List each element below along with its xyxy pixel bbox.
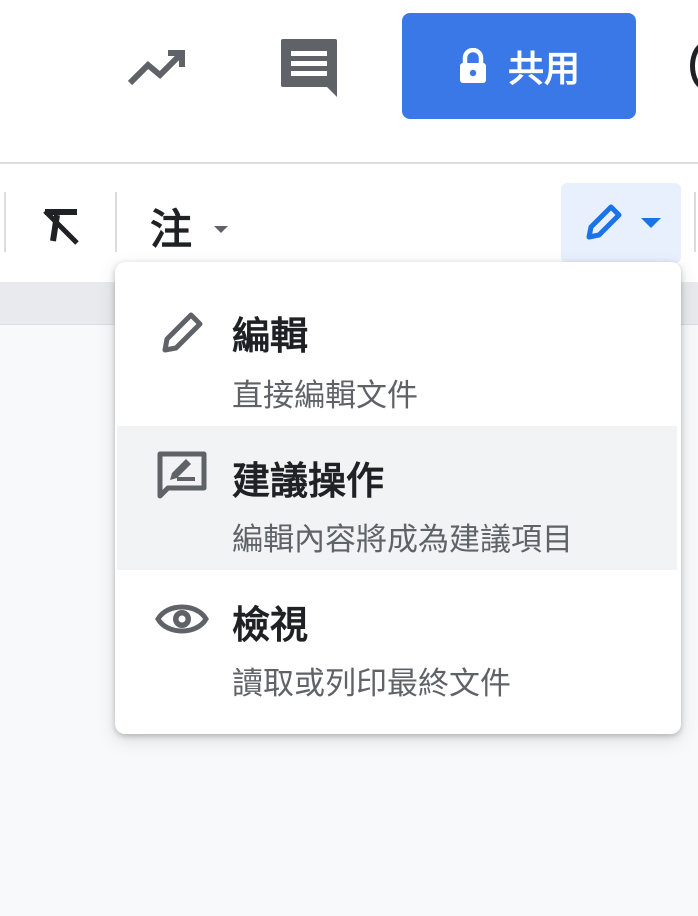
trending-up-icon [127, 50, 185, 86]
clear-formatting-icon [43, 209, 79, 245]
menu-item-title: 檢視 [232, 603, 309, 647]
editing-mode-button[interactable] [561, 183, 681, 263]
comment-icon [281, 39, 337, 97]
toolbar-divider [4, 192, 6, 252]
menu-item-viewing[interactable]: 檢視 讀取或列印最終文件 [117, 570, 677, 714]
paragraph-style-select[interactable]: 注 [150, 196, 229, 256]
eye-icon [155, 592, 209, 646]
share-button-label: 共用 [507, 49, 580, 90]
pencil-icon [586, 204, 622, 240]
menu-item-editing[interactable]: 編輯 直接編輯文件 [117, 282, 677, 426]
chevron-down-icon [641, 218, 661, 228]
toolbar-divider [694, 192, 696, 252]
menu-item-description: 編輯內容將成為建議項目 [232, 522, 573, 558]
menu-item-title: 編輯 [232, 314, 309, 358]
lock-icon [459, 48, 486, 83]
menu-item-description: 讀取或列印最終文件 [232, 666, 511, 702]
docs-header: 共用 [0, 0, 698, 164]
activity-dashboard-button[interactable] [120, 38, 192, 98]
menu-item-title: 建議操作 [232, 459, 385, 503]
share-button[interactable]: 共用 [402, 13, 636, 119]
suggest-edit-icon [155, 448, 209, 502]
pencil-icon [155, 306, 209, 360]
account-avatar[interactable] [690, 42, 698, 90]
comments-button[interactable] [274, 32, 344, 102]
editing-mode-menu: 編輯 直接編輯文件 建議操作 編輯內容將成為建議項目 檢視 讀取或列印最終文件 [115, 262, 681, 734]
clear-formatting-button[interactable] [36, 200, 86, 250]
paragraph-style-value: 注 [150, 204, 193, 254]
toolbar-divider [115, 192, 117, 252]
menu-item-suggesting[interactable]: 建議操作 編輯內容將成為建議項目 [117, 426, 677, 570]
chevron-down-icon [214, 225, 229, 233]
menu-item-description: 直接編輯文件 [232, 378, 418, 414]
